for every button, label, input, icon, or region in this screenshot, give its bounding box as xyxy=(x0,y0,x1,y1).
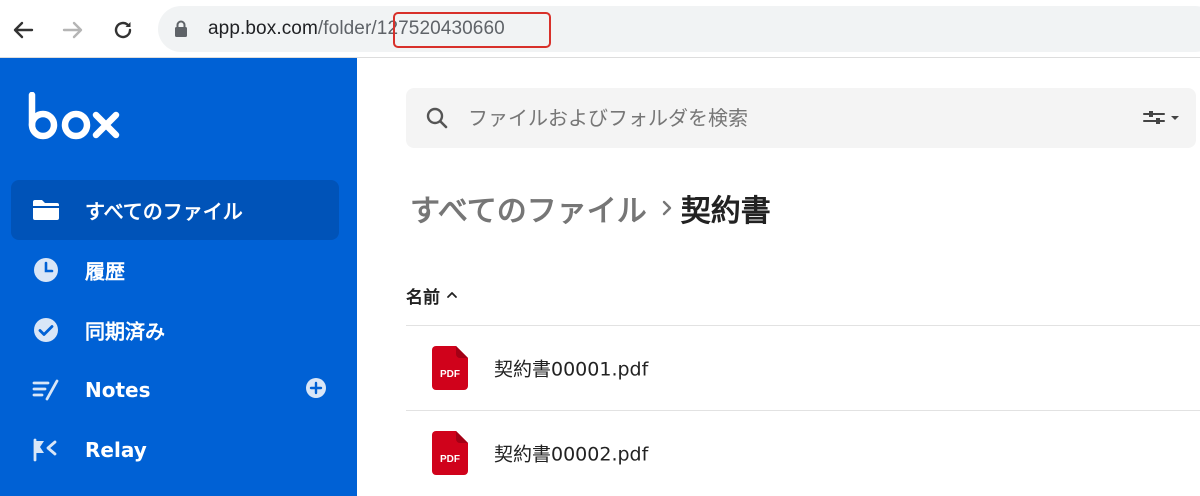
svg-text:PDF: PDF xyxy=(440,454,460,465)
column-name-label: 名前 xyxy=(406,287,440,308)
add-note-button[interactable] xyxy=(305,377,327,403)
check-circle-icon xyxy=(31,317,61,343)
page-title: 契約書 xyxy=(680,194,771,229)
forward-button[interactable] xyxy=(56,13,90,47)
file-name[interactable]: 契約書00002.pdf xyxy=(494,440,648,467)
sort-ascending-icon xyxy=(446,290,458,300)
folder-id-highlight-box xyxy=(393,12,551,48)
search-bar xyxy=(406,88,1196,148)
breadcrumb: すべてのファイル 契約書 xyxy=(410,186,771,230)
folder-icon xyxy=(31,197,61,223)
sidebar-item-history[interactable]: 履歴 xyxy=(11,240,339,300)
sidebar-item-relay[interactable]: Relay xyxy=(11,420,339,480)
lock-icon xyxy=(175,20,187,37)
file-row[interactable]: PDF 契約書00001.pdf xyxy=(406,326,1200,410)
pdf-file-icon: PDF xyxy=(432,346,468,390)
sidebar-item-label: 履歴 xyxy=(85,259,125,284)
url-host: app.box.com xyxy=(208,18,318,39)
sidebar-item-label: すべてのファイル xyxy=(85,199,243,224)
clock-icon xyxy=(31,257,61,283)
browser-toolbar: app.box.com/folder/127520430660 xyxy=(0,0,1200,58)
chevron-right-icon xyxy=(661,199,673,217)
arrow-right-icon xyxy=(62,21,83,39)
column-header-name[interactable]: 名前 xyxy=(406,280,458,310)
url-path: /folder xyxy=(317,18,372,39)
sidebar-item-label: Relay xyxy=(85,438,147,462)
notes-icon xyxy=(31,377,61,403)
reload-icon xyxy=(114,21,132,39)
sidebar-item-label: 同期済み xyxy=(85,319,165,344)
file-row[interactable]: PDF 契約書00002.pdf xyxy=(406,411,1200,495)
pdf-file-icon: PDF xyxy=(432,431,468,475)
sidebar-item-label: Notes xyxy=(85,378,151,402)
search-input[interactable] xyxy=(468,88,1108,148)
filter-sliders-icon xyxy=(1143,111,1179,124)
reload-button[interactable] xyxy=(106,13,140,47)
search-icon xyxy=(426,107,448,129)
plus-circle-icon xyxy=(306,378,326,398)
search-filter-button[interactable] xyxy=(1140,106,1184,130)
relay-icon xyxy=(31,437,61,463)
arrow-left-icon xyxy=(13,21,34,39)
sidebar-item-notes[interactable]: Notes xyxy=(11,360,339,420)
box-logo[interactable] xyxy=(28,92,122,140)
file-name[interactable]: 契約書00001.pdf xyxy=(494,355,648,382)
sidebar-item-synced[interactable]: 同期済み xyxy=(11,300,339,360)
breadcrumb-root-link[interactable]: すべてのファイル xyxy=(410,186,647,230)
svg-text:PDF: PDF xyxy=(440,369,460,380)
back-button[interactable] xyxy=(6,13,40,47)
sidebar-item-all-files[interactable]: すべてのファイル xyxy=(11,180,339,240)
